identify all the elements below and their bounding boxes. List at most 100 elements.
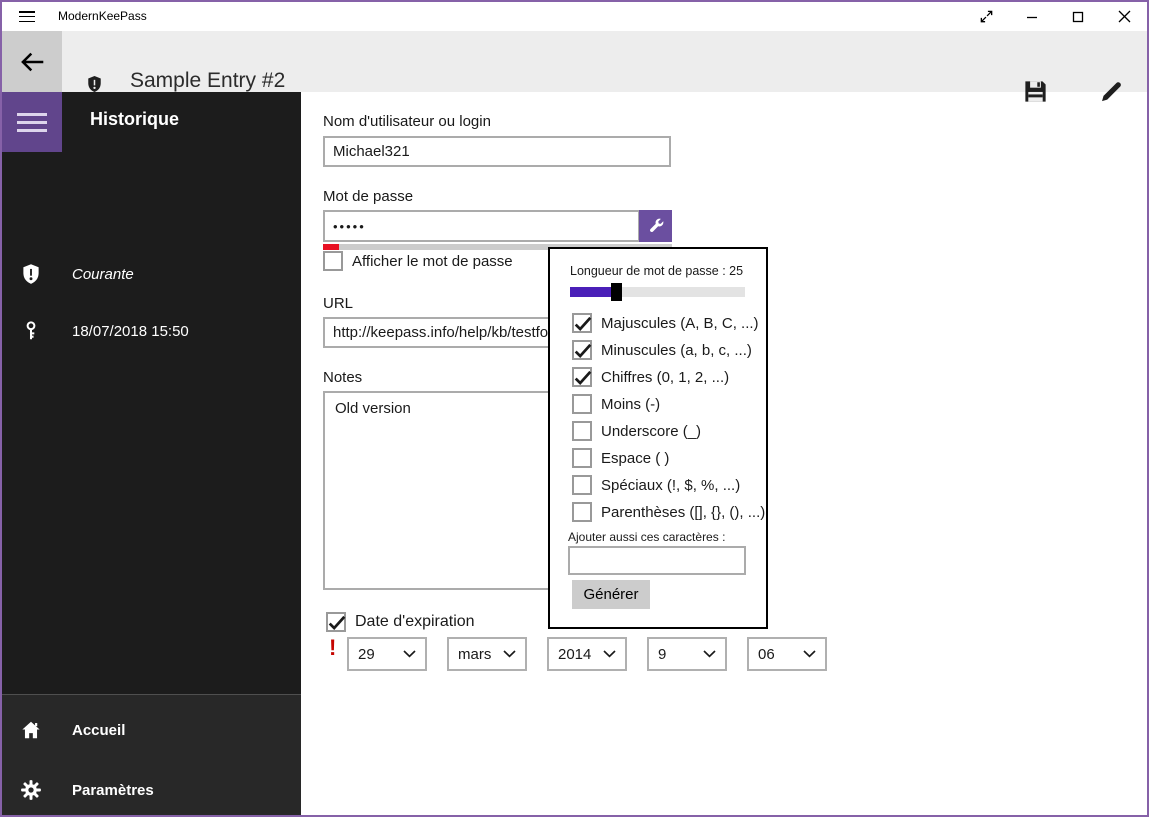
sidebar-item-label: 18/07/2018 15:50 [72, 322, 189, 340]
entry-shield-icon [88, 76, 101, 93]
gear-icon [21, 780, 41, 800]
option-label: Majuscules (A, B, C, ...) [601, 314, 759, 332]
expiration-checkbox-row[interactable]: Date d'expiration [326, 612, 475, 632]
expired-warning-icon: ! [329, 635, 337, 660]
chevron-down-icon [603, 650, 616, 658]
show-password-checkbox-row[interactable]: Afficher le mot de passe [323, 251, 513, 271]
sidebar-item-home[interactable]: Accueil [2, 710, 301, 750]
password-label: Mot de passe [323, 188, 414, 205]
option-checkbox [572, 367, 592, 387]
option-checkbox [572, 475, 592, 495]
minimize-icon [1027, 16, 1037, 18]
minute-value: 06 [758, 645, 775, 663]
option-checkbox [572, 448, 592, 468]
sidebar-item-history-entry[interactable]: 18/07/2018 15:50 [2, 311, 301, 351]
slider-fill [570, 287, 611, 297]
day-dropdown[interactable]: 29 [347, 637, 427, 671]
password-strength-fill [323, 244, 339, 250]
option-label: Spéciaux (!, $, %, ...) [601, 476, 741, 494]
password-input[interactable] [323, 210, 640, 242]
day-value: 29 [358, 645, 375, 663]
window-controls [963, 2, 1147, 31]
month-value: mars [458, 645, 492, 663]
option-special-row[interactable]: Spéciaux (!, $, %, ...) [572, 475, 740, 495]
option-digits-row[interactable]: Chiffres (0, 1, 2, ...) [572, 367, 729, 387]
option-label: Minuscules (a, b, c, ...) [601, 341, 752, 359]
password-generator-button[interactable] [639, 210, 672, 242]
chevron-down-icon [703, 650, 716, 658]
option-checkbox [572, 502, 592, 522]
sidebar-item-settings[interactable]: Paramètres [2, 770, 301, 810]
extra-chars-input[interactable] [568, 546, 746, 575]
option-checkbox [572, 313, 592, 333]
username-label: Nom d'utilisateur ou login [323, 113, 491, 130]
option-label: Espace ( ) [601, 449, 670, 467]
pencil-icon [1102, 82, 1121, 102]
fullscreen-icon [980, 10, 992, 23]
edit-button[interactable] [1098, 78, 1125, 110]
option-minus-row[interactable]: Moins (-) [572, 394, 660, 414]
close-button[interactable] [1101, 2, 1147, 31]
minimize-button[interactable] [1009, 2, 1055, 31]
sidebar-item-label: Courante [72, 265, 134, 283]
show-password-label: Afficher le mot de passe [352, 252, 513, 270]
key-icon [26, 321, 36, 340]
option-checkbox [572, 394, 592, 414]
show-password-checkbox [323, 251, 343, 271]
option-checkbox [572, 340, 592, 360]
hour-dropdown[interactable]: 9 [647, 637, 727, 671]
slider-thumb[interactable] [611, 283, 622, 301]
home-icon [22, 721, 40, 739]
minute-dropdown[interactable]: 06 [747, 637, 827, 671]
month-dropdown[interactable]: mars [447, 637, 527, 671]
expiration-label: Date d'expiration [355, 613, 475, 630]
sidebar-footer: Accueil Paramètres [2, 694, 301, 815]
sidebar-item-label: Paramètres [72, 781, 154, 799]
wrench-icon [649, 218, 663, 232]
titlebar-hamburger-icon[interactable] [19, 11, 35, 23]
sidebar-item-label: Accueil [72, 721, 126, 739]
expiration-checkbox [326, 612, 346, 632]
option-label: Chiffres (0, 1, 2, ...) [601, 368, 730, 386]
notes-label: Notes [323, 369, 363, 386]
chevron-down-icon [803, 650, 816, 658]
chevron-down-icon [503, 650, 516, 658]
password-length-slider[interactable] [570, 283, 745, 301]
option-space-row[interactable]: Espace ( ) [572, 448, 669, 468]
maximize-button[interactable] [1055, 2, 1101, 31]
sidebar-heading: Historique [90, 109, 180, 129]
hour-value: 9 [658, 645, 667, 663]
option-uppercase-row[interactable]: Majuscules (A, B, C, ...) [572, 313, 759, 333]
app-window: ModernKeePass Sample Entry #2 sample [0, 0, 1149, 817]
url-label: URL [323, 295, 354, 312]
chevron-down-icon [403, 650, 416, 658]
generate-button[interactable]: Générer [572, 580, 650, 609]
option-lowercase-row[interactable]: Minuscules (a, b, c, ...) [572, 340, 752, 360]
option-underscore-row[interactable]: Underscore (_) [572, 421, 701, 441]
maximize-icon [1072, 11, 1084, 22]
save-button[interactable] [1022, 78, 1049, 110]
option-checkbox [572, 421, 592, 441]
save-icon [1025, 81, 1046, 102]
option-label: Parenthèses ([], {}, (), ...) [601, 503, 766, 521]
shield-exclamation-icon [23, 264, 39, 284]
option-brackets-row[interactable]: Parenthèses ([], {}, (), ...) [572, 502, 765, 522]
back-button[interactable] [2, 31, 62, 92]
password-generator-popup: Longueur de mot de passe : 25 Majuscules… [548, 247, 768, 629]
option-label: Underscore (_) [601, 422, 702, 440]
year-value: 2014 [558, 645, 592, 663]
title-bar: ModernKeePass [2, 2, 1147, 31]
fullscreen-button[interactable] [963, 2, 1009, 31]
back-arrow-icon [20, 52, 43, 71]
username-input[interactable] [323, 136, 671, 167]
sidebar-item-current[interactable]: Courante [2, 254, 301, 294]
nav-hamburger-button[interactable] [2, 92, 62, 152]
app-title: ModernKeePass [58, 9, 147, 23]
history-sidebar: Historique Courante 18/07/2018 15:50 Acc… [2, 92, 301, 815]
entry-header: Sample Entry #2 sample [2, 31, 1147, 116]
entry-title: Sample Entry #2 [130, 69, 286, 92]
year-dropdown[interactable]: 2014 [547, 637, 627, 671]
password-length-label: Longueur de mot de passe : 25 [570, 264, 744, 278]
option-label: Moins (-) [601, 395, 661, 413]
close-icon [1118, 10, 1130, 23]
